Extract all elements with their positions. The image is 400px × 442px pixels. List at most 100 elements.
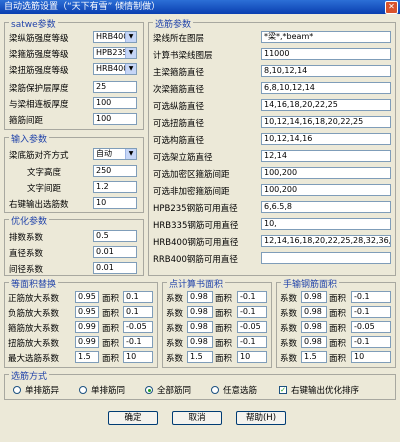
manual-area-input[interactable]: -0.1 — [351, 291, 391, 303]
equiv-area-label: 面积 — [102, 339, 120, 349]
satwe-select[interactable]: HRB400 ▼ — [93, 31, 137, 43]
mode-option-label: 任意选筋 — [223, 386, 258, 396]
calc-area-input[interactable]: -0.1 — [237, 306, 267, 318]
input-field[interactable]: 1.2 — [93, 181, 137, 193]
manual-area-label: 面积 — [329, 324, 347, 334]
calc-caption: 点计算书面积 — [167, 277, 226, 290]
calc-coef-input[interactable]: 0.98 — [187, 306, 213, 318]
mode-radio-3[interactable] — [211, 386, 219, 394]
input-field[interactable]: 10 — [93, 197, 137, 209]
select-row-input[interactable]: 10,12,14,16,18,20,22,25 — [261, 116, 391, 128]
chevron-down-icon[interactable]: ▼ — [125, 149, 136, 159]
manual-area-input[interactable]: -0.05 — [351, 321, 391, 333]
calc-area-input[interactable]: -0.1 — [237, 336, 267, 348]
select-row-input[interactable]: 100,200 — [261, 167, 391, 179]
equiv-area-input[interactable]: -0.1 — [123, 336, 153, 348]
calc-coef-input[interactable]: 0.98 — [187, 291, 213, 303]
equiv-coef-input[interactable]: 0.95 — [75, 306, 99, 318]
select-row-input[interactable]: *梁*,*beam* — [261, 31, 391, 43]
select-caption: 选筋参数 — [153, 17, 194, 30]
select-row-label: 可选纵筋直径 — [153, 102, 205, 112]
calc-coef-input[interactable]: 0.98 — [187, 336, 213, 348]
input-label: 梁底筋对齐方式 — [9, 151, 69, 161]
opt-group: 优化参数 排数系数 0.5 直径系数 0.01 间径系数 0.01 — [4, 214, 144, 276]
title-bar: 自动选筋设置（“天下有雪” 倾情制做） ✕ — [0, 0, 400, 14]
manual-coef-input[interactable]: 1.5 — [301, 351, 327, 363]
select-row-input[interactable]: 10,12,14,16 — [261, 133, 391, 145]
close-icon[interactable]: ✕ — [385, 1, 398, 14]
equiv-coef-input[interactable]: 0.99 — [75, 336, 99, 348]
opt-input[interactable]: 0.01 — [93, 246, 137, 258]
calc-coef-label: 系数 — [166, 354, 184, 364]
equiv-area-input[interactable]: 10 — [123, 351, 153, 363]
help-button[interactable]: 帮助(H) — [236, 411, 286, 425]
satwe-select[interactable]: HRB400 ▼ — [93, 63, 137, 75]
opt-input[interactable]: 0.01 — [93, 262, 137, 274]
opt-input[interactable]: 0.5 — [93, 230, 137, 242]
manual-coef-input[interactable]: 0.98 — [301, 291, 327, 303]
select-row-label: 可选扭筋直径 — [153, 119, 205, 129]
manual-area-input[interactable]: 10 — [351, 351, 391, 363]
calc-coef-label: 系数 — [166, 294, 184, 304]
input-field[interactable]: 250 — [93, 165, 137, 177]
select-row-input[interactable]: 10, — [261, 218, 391, 230]
manual-coef-input[interactable]: 0.98 — [301, 306, 327, 318]
manual-coef-label: 系数 — [280, 324, 298, 334]
mode-radio-2[interactable] — [145, 386, 153, 394]
select-row-input[interactable] — [261, 252, 391, 264]
select-row-input[interactable]: 100,200 — [261, 184, 391, 196]
equiv-row-label: 箍筋放大系数 — [8, 324, 60, 334]
mode-option-label: 全部筋同 — [157, 386, 192, 396]
mode-radio-0[interactable] — [13, 386, 21, 394]
calc-coef-input[interactable]: 0.98 — [187, 321, 213, 333]
align-select[interactable]: 自动 ▼ — [93, 148, 137, 160]
select-row-input[interactable]: 14,16,18,20,22,25 — [261, 99, 391, 111]
cancel-button[interactable]: 取消 — [172, 411, 222, 425]
chevron-down-icon[interactable]: ▼ — [125, 48, 136, 58]
ok-button[interactable]: 确定 — [108, 411, 158, 425]
manual-area-input[interactable]: -0.1 — [351, 306, 391, 318]
select-row-input[interactable]: 12,14,16,18,20,22,25,28,32,36,40 — [261, 235, 391, 247]
select-row-input[interactable]: 12,14 — [261, 150, 391, 162]
satwe-input[interactable]: 100 — [93, 113, 137, 125]
equiv-area-label: 面积 — [102, 309, 120, 319]
manual-coef-input[interactable]: 0.98 — [301, 321, 327, 333]
calc-coef-label: 系数 — [166, 339, 184, 349]
manual-area-label: 面积 — [329, 294, 347, 304]
calc-coef-input[interactable]: 1.5 — [187, 351, 213, 363]
select-row-input[interactable]: 6,6.5,8 — [261, 201, 391, 213]
opt-label: 排数系数 — [9, 233, 44, 243]
calc-area-input[interactable]: -0.1 — [237, 291, 267, 303]
select-group: 选筋参数 梁线所在图层 *梁*,*beam* 计算书梁线图层 11000 主梁箍筋直径 8… — [148, 17, 396, 276]
equiv-row-label: 正筋放大系数 — [8, 294, 60, 304]
equiv-area-input[interactable]: -0.05 — [123, 321, 153, 333]
calc-area-input[interactable]: -0.05 — [237, 321, 267, 333]
equiv-area-input[interactable]: 0.1 — [123, 306, 153, 318]
satwe-input[interactable]: 25 — [93, 81, 137, 93]
chevron-down-icon[interactable]: ▼ — [125, 64, 136, 74]
chevron-down-icon[interactable]: ▼ — [125, 32, 136, 42]
select-row-input[interactable]: 8,10,12,14 — [261, 65, 391, 77]
equiv-area-label: 面积 — [102, 354, 120, 364]
select-row-label: 可选构筋直径 — [153, 136, 205, 146]
select-row-input[interactable]: 6,8,10,12,14 — [261, 82, 391, 94]
select-row-label: 可选非加密箍筋间距 — [153, 187, 230, 197]
equiv-coef-input[interactable]: 0.95 — [75, 291, 99, 303]
select-row-input[interactable]: 11000 — [261, 48, 391, 60]
equiv-coef-input[interactable]: 0.99 — [75, 321, 99, 333]
equiv-coef-input[interactable]: 1.5 — [75, 351, 99, 363]
manual-group: 手输钢筋面积 系数 0.98 面积 -0.1 系数 0.98 面积 -0.1 系数 0.98 面积 -… — [276, 277, 396, 368]
equiv-area-input[interactable]: 0.1 — [123, 291, 153, 303]
satwe-label: 梁扭筋强度等级 — [9, 66, 69, 76]
equiv-group: 等面积替换 正筋放大系数 0.95 面积 0.1 负筋放大系数 0.95 面积 0.1 箍筋放大… — [4, 277, 158, 368]
calc-area-input[interactable]: 10 — [237, 351, 267, 363]
satwe-select[interactable]: HPB235 ▼ — [93, 47, 137, 59]
manual-coef-input[interactable]: 0.98 — [301, 336, 327, 348]
equiv-area-label: 面积 — [102, 324, 120, 334]
satwe-input[interactable]: 100 — [93, 97, 137, 109]
manual-coef-label: 系数 — [280, 309, 298, 319]
manual-area-input[interactable]: -0.1 — [351, 336, 391, 348]
mode-radio-1[interactable] — [79, 386, 87, 394]
select-row-label: HPB235钢筋可用直径 — [153, 204, 238, 214]
sort-checkbox[interactable]: ✓ — [279, 386, 287, 394]
